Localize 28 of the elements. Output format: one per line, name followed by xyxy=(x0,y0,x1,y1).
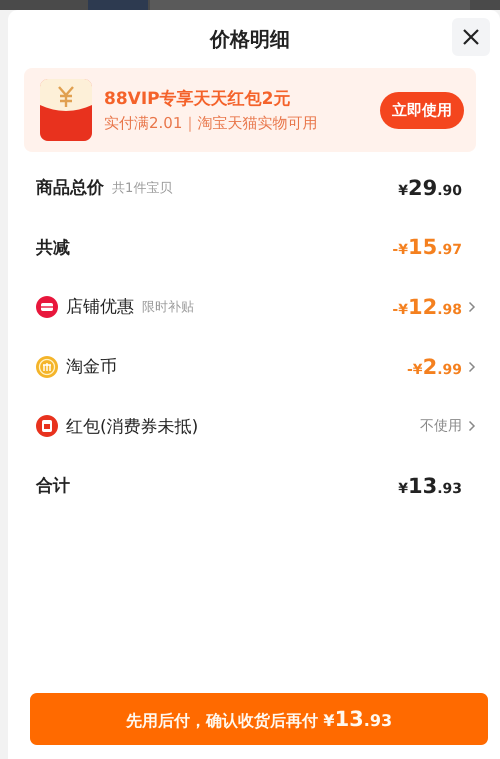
row-label: 淘金币 xyxy=(66,356,117,378)
row-label: 共减 xyxy=(36,236,70,259)
envelope-icon xyxy=(40,79,92,141)
row-note: 限时补贴 xyxy=(142,298,194,316)
coupon-condition: 实付满2.01｜淘宝天猫实物可用 xyxy=(104,114,318,133)
row-amount: ¥13.93 xyxy=(398,474,462,498)
row-label: 商品总价 xyxy=(36,177,104,200)
row-label: 店铺优惠 xyxy=(66,296,134,318)
row-amount: -¥12.98 xyxy=(392,294,462,319)
close-button[interactable] xyxy=(452,18,490,56)
pay-button[interactable]: 先用后付，确认收货后再付 ¥13.93 xyxy=(30,693,488,745)
row-amount: -¥2.99 xyxy=(407,354,462,379)
chevron-icon[interactable] xyxy=(468,300,476,313)
use-now-button[interactable]: 立即使用 xyxy=(380,92,464,128)
row-label: 合计 xyxy=(36,475,70,498)
close-icon xyxy=(462,28,480,46)
coin-icon xyxy=(36,356,58,378)
row-amount: ¥29.90 xyxy=(398,176,462,200)
chevron-icon[interactable] xyxy=(468,360,476,373)
shop-icon xyxy=(36,296,58,318)
chevron-icon[interactable] xyxy=(468,420,476,432)
row-value: 不使用 xyxy=(420,417,462,436)
row-label: 红包(消费券未抵) xyxy=(66,416,198,438)
sheet-title: 价格明细 xyxy=(210,26,290,52)
packet-icon xyxy=(36,415,58,438)
row-amount: -¥15.97 xyxy=(392,235,462,260)
row-note: 共1件宝贝 xyxy=(112,180,172,197)
coupon-headline: 88VIP专享天天红包2元 xyxy=(104,88,292,110)
